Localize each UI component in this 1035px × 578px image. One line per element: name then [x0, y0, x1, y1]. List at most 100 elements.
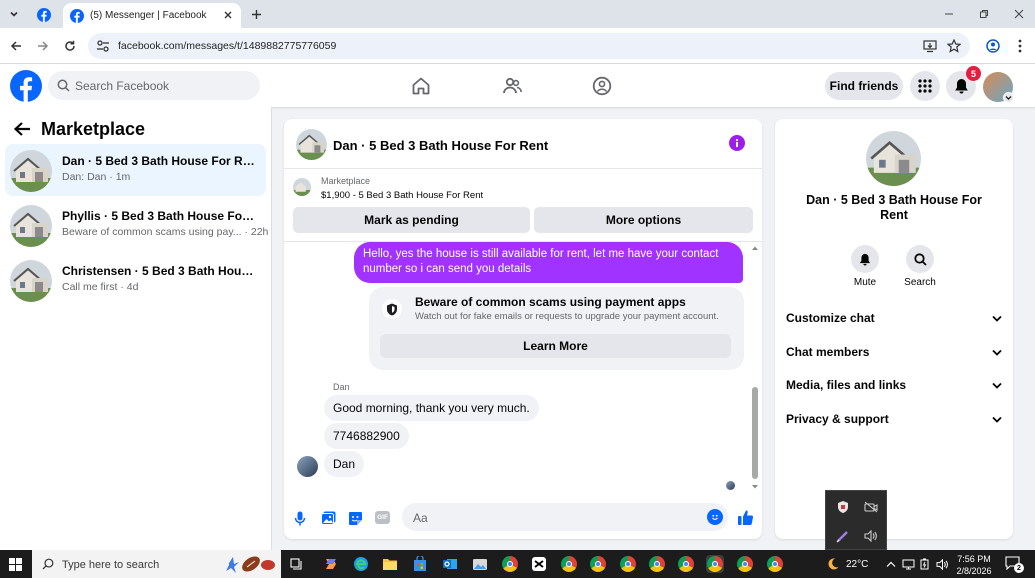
details-title: Dan · 5 Bed 3 Bath House For Rent	[806, 193, 982, 222]
taskbar-chrome-profile-5[interactable]	[648, 555, 666, 573]
message-input[interactable]: Aa	[402, 503, 728, 531]
section-customize-chat[interactable]: Customize chat	[786, 307, 1002, 329]
tab-search-button[interactable]	[5, 6, 23, 22]
account-caret[interactable]	[1003, 92, 1014, 103]
reload-icon	[65, 40, 75, 51]
nav-home[interactable]	[410, 75, 432, 97]
site-info-icon[interactable]	[96, 39, 110, 53]
clock-time: 7:56 PM	[957, 554, 991, 564]
more-options-button[interactable]: More options	[534, 207, 753, 233]
attach-photo-button[interactable]	[320, 510, 336, 526]
taskbar-chrome-profile-1[interactable]	[501, 555, 519, 573]
close-window-button[interactable]	[1011, 6, 1027, 22]
conversation-item[interactable]: Christensen · 5 Bed 3 Bath House ... Cal…	[5, 254, 266, 306]
browser-menu-button[interactable]	[1012, 38, 1028, 54]
system-clock[interactable]: 7:56 PM 2/8/2026	[952, 553, 996, 577]
learn-more-button[interactable]: Learn More	[380, 334, 731, 358]
taskbar-chrome-profile-6[interactable]	[677, 555, 695, 573]
friends-icon	[503, 77, 522, 94]
temperature[interactable]: 22°C	[846, 559, 868, 570]
mute-label: Mute	[853, 277, 877, 288]
install-app-button[interactable]	[922, 38, 938, 54]
conversation-item[interactable]: Phyllis · 5 Bed 3 Bath House For R... Be…	[5, 199, 268, 251]
back-button[interactable]	[8, 38, 24, 54]
restore-button[interactable]	[976, 6, 992, 22]
sticker-button[interactable]	[347, 510, 363, 526]
listing-price[interactable]: $1,900 - 5 Bed 3 Bath House For Rent	[321, 190, 483, 201]
store-icon	[414, 556, 426, 571]
taskbar-chrome-profile-8[interactable]	[766, 555, 784, 573]
taskbar-chrome-profile-7[interactable]	[736, 555, 754, 573]
security-tray-icon[interactable]	[835, 499, 851, 515]
nav-friends[interactable]	[501, 75, 523, 97]
warning-subtitle: Watch out for fake emails or requests to…	[415, 311, 719, 322]
gallery-icon	[473, 559, 487, 570]
sender-name: Dan	[333, 382, 350, 392]
info-button[interactable]	[729, 135, 745, 151]
taskbar-store[interactable]	[411, 555, 429, 573]
taskbar-chrome-profile-2[interactable]	[560, 555, 578, 573]
conversation-details-panel: Dan · 5 Bed 3 Bath House For Rent Mute S…	[775, 119, 1013, 539]
scrollbar-thumb[interactable]	[752, 387, 758, 479]
forward-button[interactable]	[35, 38, 51, 54]
hidden-camera-tray-icon[interactable]	[863, 499, 879, 515]
menu-button[interactable]	[910, 71, 940, 101]
gif-button[interactable]: GIF	[375, 511, 390, 524]
section-chat-members[interactable]: Chat members	[786, 341, 1002, 363]
chat-header-thumbnail[interactable]	[296, 129, 327, 160]
chrome-icon	[590, 556, 606, 572]
active-tab[interactable]: (5) Messenger | Facebook	[63, 3, 241, 28]
facebook-logo-icon[interactable]	[10, 70, 42, 102]
url-text[interactable]: facebook.com/messages/t/1489882775776059	[118, 40, 336, 52]
notification-center-button[interactable]: 2	[1005, 556, 1024, 573]
find-friends-button[interactable]: Find friends	[825, 72, 903, 100]
volume-tray-icon[interactable]	[863, 528, 879, 544]
conversation-item[interactable]: Dan · 5 Bed 3 Bath House For Rent Dan: D…	[5, 144, 266, 196]
nav-groups[interactable]	[591, 75, 613, 97]
taskbar-capcut[interactable]	[530, 555, 548, 573]
network-icon[interactable]	[901, 557, 915, 571]
address-bar[interactable]: facebook.com/messages/t/1489882775776059	[88, 33, 970, 59]
close-tab-button[interactable]	[221, 8, 235, 22]
taskbar-chrome-profile-4[interactable]	[619, 555, 637, 573]
profile-button[interactable]	[985, 38, 1001, 54]
task-view-button[interactable]	[288, 555, 306, 573]
emoji-button[interactable]	[707, 509, 723, 525]
volume-icon[interactable]	[935, 557, 949, 571]
taskbar-search[interactable]: Type here to search	[32, 550, 281, 578]
search-action[interactable]: Search	[895, 245, 945, 288]
conversation-name: Christensen · 5 Bed 3 Bath House ...	[62, 264, 257, 278]
facebook-search-input[interactable]: Search Facebook	[48, 71, 260, 100]
like-button[interactable]	[736, 508, 754, 526]
section-privacy-support[interactable]: Privacy & support	[786, 408, 1002, 430]
scam-warning-card: Beware of common scams using payment app…	[369, 287, 744, 370]
taskbar-edge[interactable]	[352, 555, 370, 573]
windows-start-icon[interactable]	[9, 558, 22, 571]
voice-clip-button[interactable]	[292, 510, 308, 526]
taskbar-chrome-active[interactable]	[706, 555, 724, 573]
reload-button[interactable]	[62, 38, 78, 54]
taskbar-copilot[interactable]	[322, 555, 340, 573]
section-media-files-links[interactable]: Media, files and links	[786, 374, 1002, 396]
taskbar-file-explorer[interactable]	[381, 555, 399, 573]
taskbar-chrome-profile-3[interactable]	[589, 555, 607, 573]
bookmark-star-button[interactable]	[946, 38, 962, 54]
minimize-button[interactable]	[941, 6, 957, 22]
photo-icon	[320, 511, 335, 525]
inactive-tab-facebook[interactable]	[30, 4, 58, 26]
taskbar-outlook[interactable]	[441, 555, 459, 573]
show-hidden-icons-button[interactable]	[884, 557, 898, 571]
new-tab-button[interactable]	[248, 6, 264, 22]
chat-title[interactable]: Dan · 5 Bed 3 Bath House For Rent	[333, 138, 548, 153]
taskbar-app-gallery[interactable]	[471, 555, 489, 573]
football-doodle-icon	[226, 556, 275, 573]
mute-action[interactable]: Mute	[840, 245, 890, 288]
mark-as-pending-button[interactable]: Mark as pending	[293, 207, 530, 233]
bell-icon	[851, 245, 879, 273]
listing-profile-image[interactable]	[866, 131, 921, 186]
pen-tray-icon[interactable]	[835, 528, 851, 544]
back-arrow-icon[interactable]	[13, 121, 31, 137]
sender-avatar[interactable]	[297, 456, 318, 477]
battery-icon[interactable]	[918, 557, 932, 571]
weather-icon[interactable]	[826, 557, 840, 571]
